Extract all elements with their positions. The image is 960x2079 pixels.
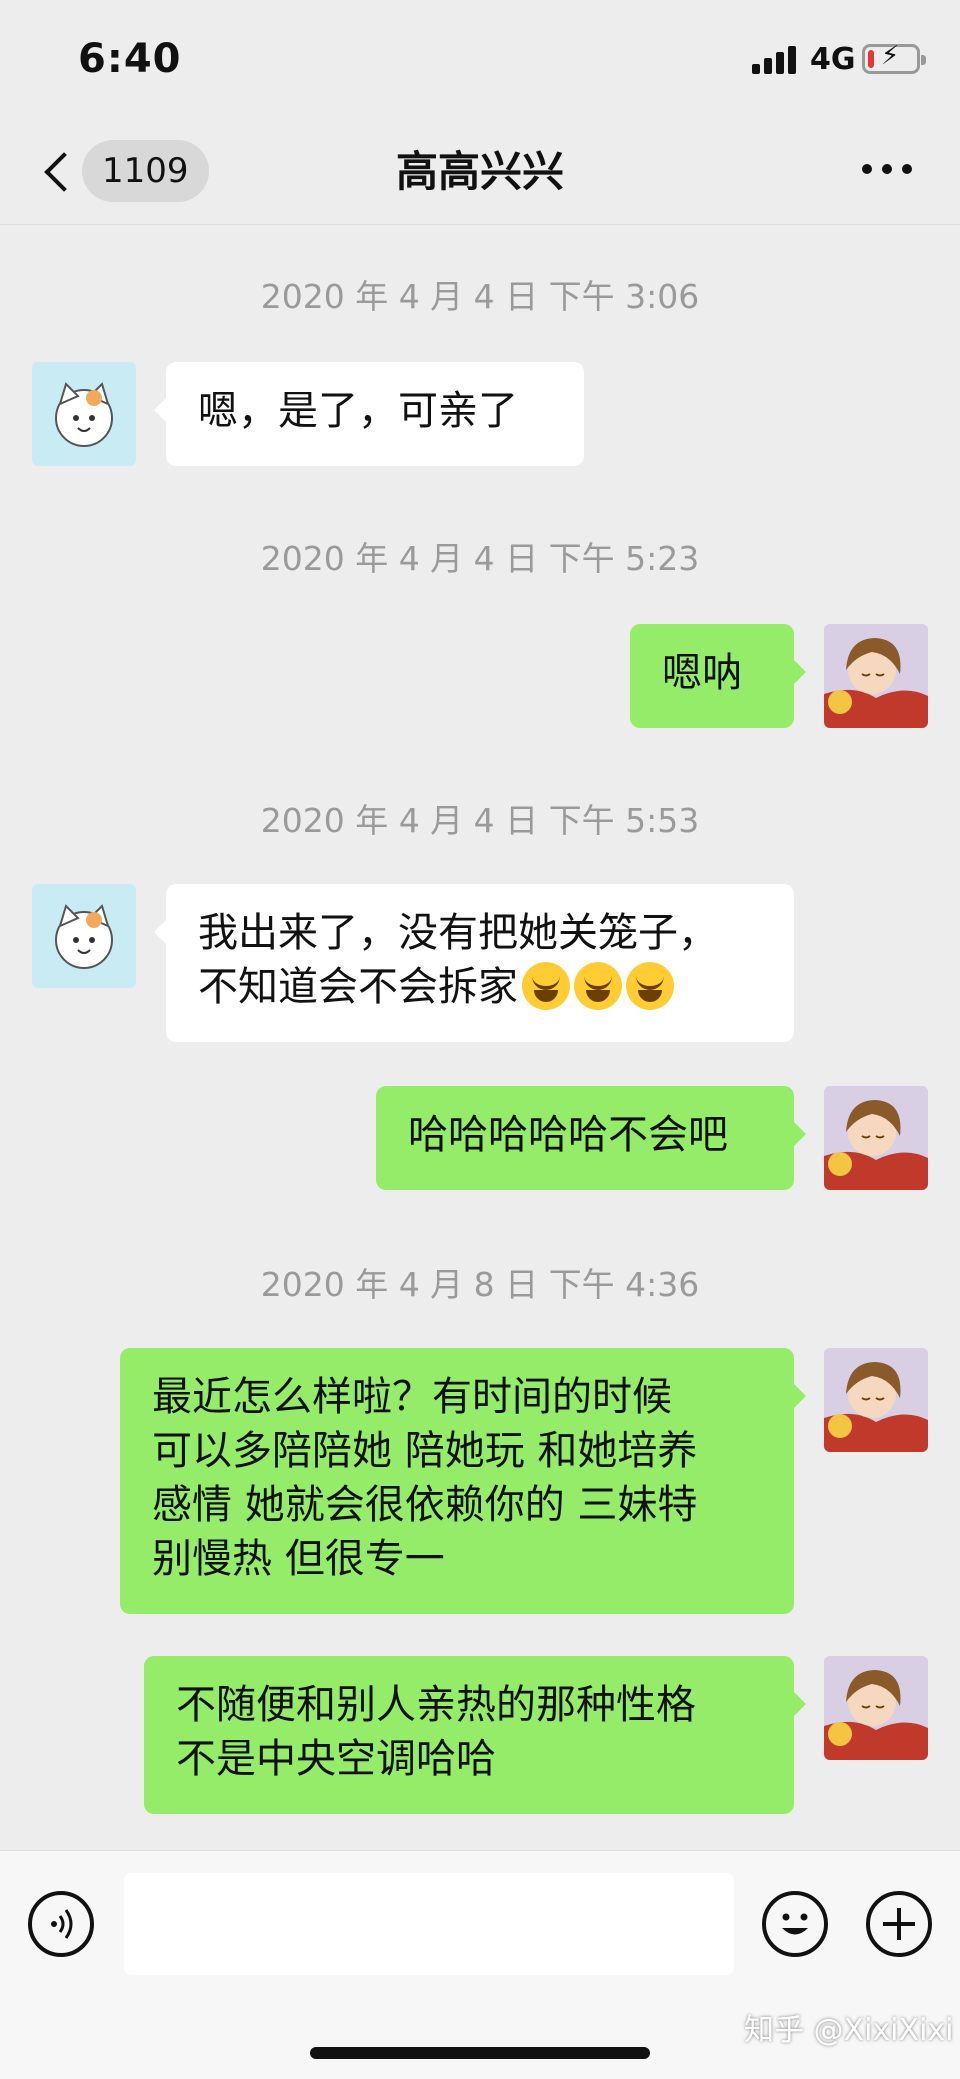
network-label: 4G xyxy=(810,42,856,77)
message-text-line: 不是中央空调哈哈 xyxy=(176,1736,496,1782)
status-bar: 6:40 4G ⚡ xyxy=(0,0,960,120)
message-text-line: 可以多陪陪她 陪她玩 和她培养 xyxy=(152,1428,698,1474)
home-indicator[interactable] xyxy=(310,2047,650,2059)
charging-bolt-icon: ⚡ xyxy=(881,41,900,71)
user-avatar[interactable] xyxy=(824,1656,928,1760)
message-text: 嗯呐 xyxy=(662,650,742,696)
outgoing-message-bubble[interactable]: 不随便和别人亲热的那种性格 不是中央空调哈哈 xyxy=(144,1656,806,1814)
user-avatar[interactable] xyxy=(824,1348,928,1452)
incoming-message-bubble[interactable]: 我出来了，没有把她关笼子， 不知道会不会拆家 xyxy=(154,884,794,1042)
emoji-icon[interactable] xyxy=(762,1891,828,1957)
contact-avatar[interactable] xyxy=(32,884,136,988)
message-text-line: 不随便和别人亲热的那种性格 xyxy=(176,1682,696,1728)
incoming-message-bubble[interactable]: 嗯，是了，可亲了 xyxy=(154,362,584,466)
message-text-line: 别慢热 但很专一 xyxy=(152,1536,445,1582)
battery-level xyxy=(868,50,874,68)
outgoing-message-bubble[interactable]: 嗯呐 xyxy=(630,624,806,728)
message-timestamp: 2020 年 4 月 4 日 下午 5:23 xyxy=(260,539,700,578)
more-icon[interactable] xyxy=(862,164,912,176)
outgoing-message-bubble[interactable]: 哈哈哈哈哈不会吧 xyxy=(376,1086,806,1190)
message-timestamp: 2020 年 4 月 4 日 下午 3:06 xyxy=(260,277,700,316)
battery-icon: ⚡ xyxy=(862,41,926,74)
message-text: 哈哈哈哈哈不会吧 xyxy=(408,1112,728,1158)
user-avatar[interactable] xyxy=(824,624,928,728)
message-timestamp: 2020 年 4 月 4 日 下午 5:53 xyxy=(260,801,700,840)
laugh-cry-emoji xyxy=(626,962,674,1010)
user-avatar[interactable] xyxy=(824,1086,928,1190)
input-bar: 知乎 @XixiXixi xyxy=(0,1850,960,2079)
laugh-cry-emoji-group xyxy=(518,962,674,1016)
message-text-line: 不知道会不会拆家 xyxy=(198,960,762,1016)
chat-title: 高高兴兴 xyxy=(395,147,564,196)
chat-header: 1109 高高兴兴 xyxy=(0,120,960,225)
laugh-cry-emoji xyxy=(522,962,570,1010)
outgoing-message-bubble[interactable]: 最近怎么样啦？有时间的时候 可以多陪陪她 陪她玩 和她培养 感情 她就会很依赖你… xyxy=(120,1348,806,1614)
watermark: 知乎 @XixiXixi xyxy=(744,2013,954,2048)
signal-icon xyxy=(752,46,800,74)
status-time: 6:40 xyxy=(78,36,182,82)
message-timestamp: 2020 年 4 月 8 日 下午 4:36 xyxy=(260,1265,700,1304)
message-text-line: 最近怎么样啦？有时间的时候 xyxy=(152,1374,672,1420)
laugh-cry-emoji xyxy=(574,962,622,1010)
message-text: 不知道会不会拆家 xyxy=(198,964,518,1010)
message-text: 嗯，是了，可亲了 xyxy=(198,388,518,434)
message-text-line: 感情 她就会很依赖你的 三妹特 xyxy=(152,1482,698,1528)
message-text-line: 我出来了，没有把她关笼子， xyxy=(198,910,718,956)
contact-avatar[interactable] xyxy=(32,362,136,466)
message-input[interactable] xyxy=(124,1873,734,1975)
plus-icon[interactable] xyxy=(866,1891,932,1957)
voice-icon[interactable] xyxy=(28,1891,94,1957)
